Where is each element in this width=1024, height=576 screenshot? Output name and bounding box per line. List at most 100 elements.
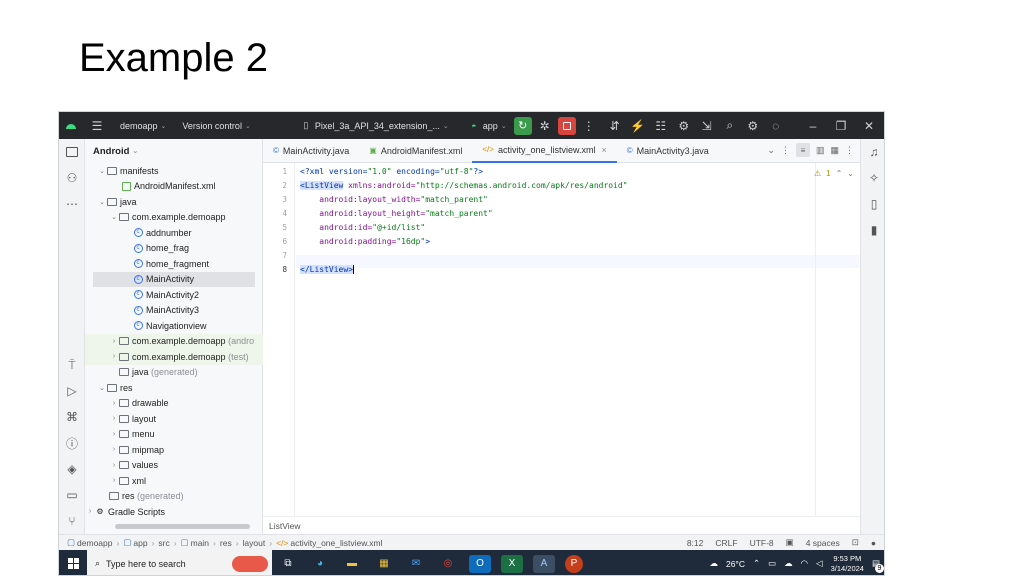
- tray-overflow-chevron-icon[interactable]: ⌃: [753, 558, 760, 569]
- collapse-arrow-icon[interactable]: ›: [109, 353, 119, 360]
- terminal-icon[interactable]: ▭: [64, 487, 80, 503]
- outlook-icon[interactable]: O: [469, 554, 491, 573]
- sdk-manager-icon[interactable]: ⇲: [698, 117, 716, 135]
- expand-arrow-icon[interactable]: ⌄: [97, 167, 107, 175]
- taskbar-clock[interactable]: 9:53 PM 3/14/2024: [831, 554, 864, 574]
- collapse-arrow-icon[interactable]: ›: [109, 415, 119, 422]
- editorconfig-icon[interactable]: ▣: [786, 537, 794, 548]
- tree-item-values[interactable]: › values: [109, 458, 263, 474]
- tree-item-gradle-scripts[interactable]: › ⚙ Gradle Scripts: [85, 504, 263, 520]
- crumb-item[interactable]: app: [133, 538, 147, 548]
- tree-item-class[interactable]: c home_fragment: [133, 256, 263, 272]
- tree-item-res[interactable]: ⌄ res: [97, 380, 263, 396]
- wifi-icon[interactable]: ◠: [801, 558, 808, 569]
- device-explorer-icon[interactable]: ▯: [866, 196, 882, 212]
- line-separator[interactable]: CRLF: [715, 538, 737, 548]
- split-view-icon[interactable]: ▥: [816, 145, 825, 156]
- file-explorer-icon[interactable]: ▬: [341, 555, 363, 573]
- more-tabs-icon[interactable]: ⋮: [781, 145, 790, 156]
- minimize-icon[interactable]: –: [804, 117, 822, 135]
- android-studio-taskbar-icon[interactable]: A: [533, 554, 555, 573]
- restore-icon[interactable]: ❐: [832, 117, 850, 135]
- device-manager-icon[interactable]: ⚙: [675, 117, 693, 135]
- layout-inspector-icon[interactable]: ☷: [652, 117, 670, 135]
- tab-list-chevron-icon[interactable]: ⌄: [767, 145, 775, 156]
- rerun-button[interactable]: ↻: [513, 116, 532, 135]
- crumb-item[interactable]: demoapp: [77, 538, 112, 548]
- memory-indicator-icon[interactable]: ●: [871, 538, 876, 548]
- problems-icon[interactable]: ⓘ: [64, 435, 80, 451]
- code-editor[interactable]: 1 2 3 4 5 6 7 8 <?xml version="1.0" enco…: [263, 163, 860, 516]
- tree-item-androidmanifest[interactable]: AndroidManifest.xml: [121, 179, 263, 195]
- close-icon[interactable]: ✕: [860, 117, 878, 135]
- gradle-icon[interactable]: ◈: [64, 461, 80, 477]
- indent-setting[interactable]: 4 spaces: [806, 538, 840, 548]
- mail-icon[interactable]: ✉: [405, 555, 427, 573]
- tree-item-drawable[interactable]: › drawable: [109, 396, 263, 412]
- debug-icon[interactable]: ✲: [536, 117, 554, 135]
- device-selector[interactable]: ▯ Pixel_3a_API_34_extension_... ⌄: [292, 112, 454, 139]
- apply-changes-icon[interactable]: ⚡: [629, 117, 647, 135]
- tree-item-java-generated[interactable]: java (generated): [109, 365, 263, 381]
- weather-icon[interactable]: ☁: [709, 558, 718, 569]
- tree-item-menu[interactable]: › menu: [109, 427, 263, 443]
- chrome-icon[interactable]: ◎: [437, 555, 459, 573]
- notifications-icon[interactable]: ♫: [866, 144, 882, 160]
- design-view-icon[interactable]: ▦: [830, 145, 839, 156]
- expand-arrow-icon[interactable]: ⌄: [97, 384, 107, 392]
- file-encoding[interactable]: UTF-8: [750, 538, 774, 548]
- tab-activity-one-listview[interactable]: </> activity_one_listview.xml ×: [472, 139, 617, 163]
- tree-item-package-test[interactable]: › com.example.demoapp (test): [85, 349, 263, 365]
- collapse-arrow-icon[interactable]: ›: [109, 446, 119, 453]
- chevron-down-icon[interactable]: ⌄: [847, 169, 854, 178]
- crumb-item[interactable]: res: [220, 538, 232, 548]
- ai-assistant-icon[interactable]: ◌: [767, 117, 785, 135]
- close-tab-icon[interactable]: ×: [602, 145, 607, 155]
- gemini-icon[interactable]: ✧: [866, 170, 882, 186]
- tab-androidmanifest[interactable]: ▣ AndroidManifest.xml: [359, 139, 472, 163]
- horizontal-scrollbar[interactable]: [115, 524, 250, 529]
- tree-item-layout[interactable]: › layout: [109, 411, 263, 427]
- logcat-icon[interactable]: ⌘: [64, 409, 80, 425]
- stop-button[interactable]: [557, 116, 576, 135]
- edge-browser-icon[interactable]: ◕: [309, 555, 331, 573]
- powerpoint-icon[interactable]: P: [565, 554, 583, 573]
- code-view-button[interactable]: ≡: [795, 143, 810, 157]
- crumb-item[interactable]: layout: [243, 538, 266, 548]
- main-menu-button[interactable]: ☰: [83, 112, 111, 139]
- tree-item-xml[interactable]: › xml: [109, 473, 263, 489]
- tree-item-java[interactable]: ⌄ java: [97, 194, 263, 210]
- readonly-lock-icon[interactable]: ⊡: [852, 537, 859, 548]
- windows-start-button[interactable]: [59, 550, 87, 575]
- task-view-icon[interactable]: ⧉: [277, 555, 299, 573]
- tree-item-res-generated[interactable]: res (generated): [109, 489, 263, 505]
- chevron-up-icon[interactable]: ⌃: [836, 169, 843, 178]
- taskbar-search-box[interactable]: ⌕ Type here to search: [87, 550, 272, 575]
- tree-item-mipmap[interactable]: › mipmap: [109, 442, 263, 458]
- tree-item-class[interactable]: c addnumber: [133, 225, 263, 241]
- crumb-item[interactable]: activity_one_listview.xml: [290, 538, 382, 548]
- tree-item-manifests[interactable]: ⌄ manifests: [97, 163, 263, 179]
- crumb-item[interactable]: src: [158, 538, 169, 548]
- collapse-arrow-icon[interactable]: ›: [109, 338, 119, 345]
- collapse-arrow-icon[interactable]: ›: [85, 508, 95, 515]
- editor-breadcrumb[interactable]: ListView: [263, 516, 860, 534]
- tree-item-class[interactable]: c home_frag: [133, 241, 263, 257]
- tree-item-class[interactable]: c MainActivity2: [133, 287, 263, 303]
- temperature[interactable]: 26°C: [726, 559, 745, 569]
- sync-gradle-icon[interactable]: ⇵: [606, 117, 624, 135]
- tree-item-package[interactable]: ⌄ com.example.demoapp: [109, 210, 263, 226]
- tree-item-class[interactable]: c MainActivity3: [133, 303, 263, 319]
- search-icon[interactable]: ⌕: [721, 117, 739, 135]
- collapse-arrow-icon[interactable]: ›: [109, 462, 119, 469]
- cursor-position[interactable]: 8:12: [687, 538, 704, 548]
- running-devices-icon[interactable]: ▮: [866, 222, 882, 238]
- collapse-arrow-icon[interactable]: ›: [109, 400, 119, 407]
- inspection-widget[interactable]: ⚠ 1 ⌃ ⌄: [814, 169, 854, 178]
- collapse-arrow-icon[interactable]: ›: [109, 477, 119, 484]
- project-folder-icon[interactable]: [64, 144, 80, 160]
- run-tool-icon[interactable]: ▷: [64, 383, 80, 399]
- expand-arrow-icon[interactable]: ⌄: [97, 198, 107, 206]
- tree-item-class[interactable]: c Navigationview: [133, 318, 263, 334]
- more-tools-icon[interactable]: ⋯: [64, 196, 80, 212]
